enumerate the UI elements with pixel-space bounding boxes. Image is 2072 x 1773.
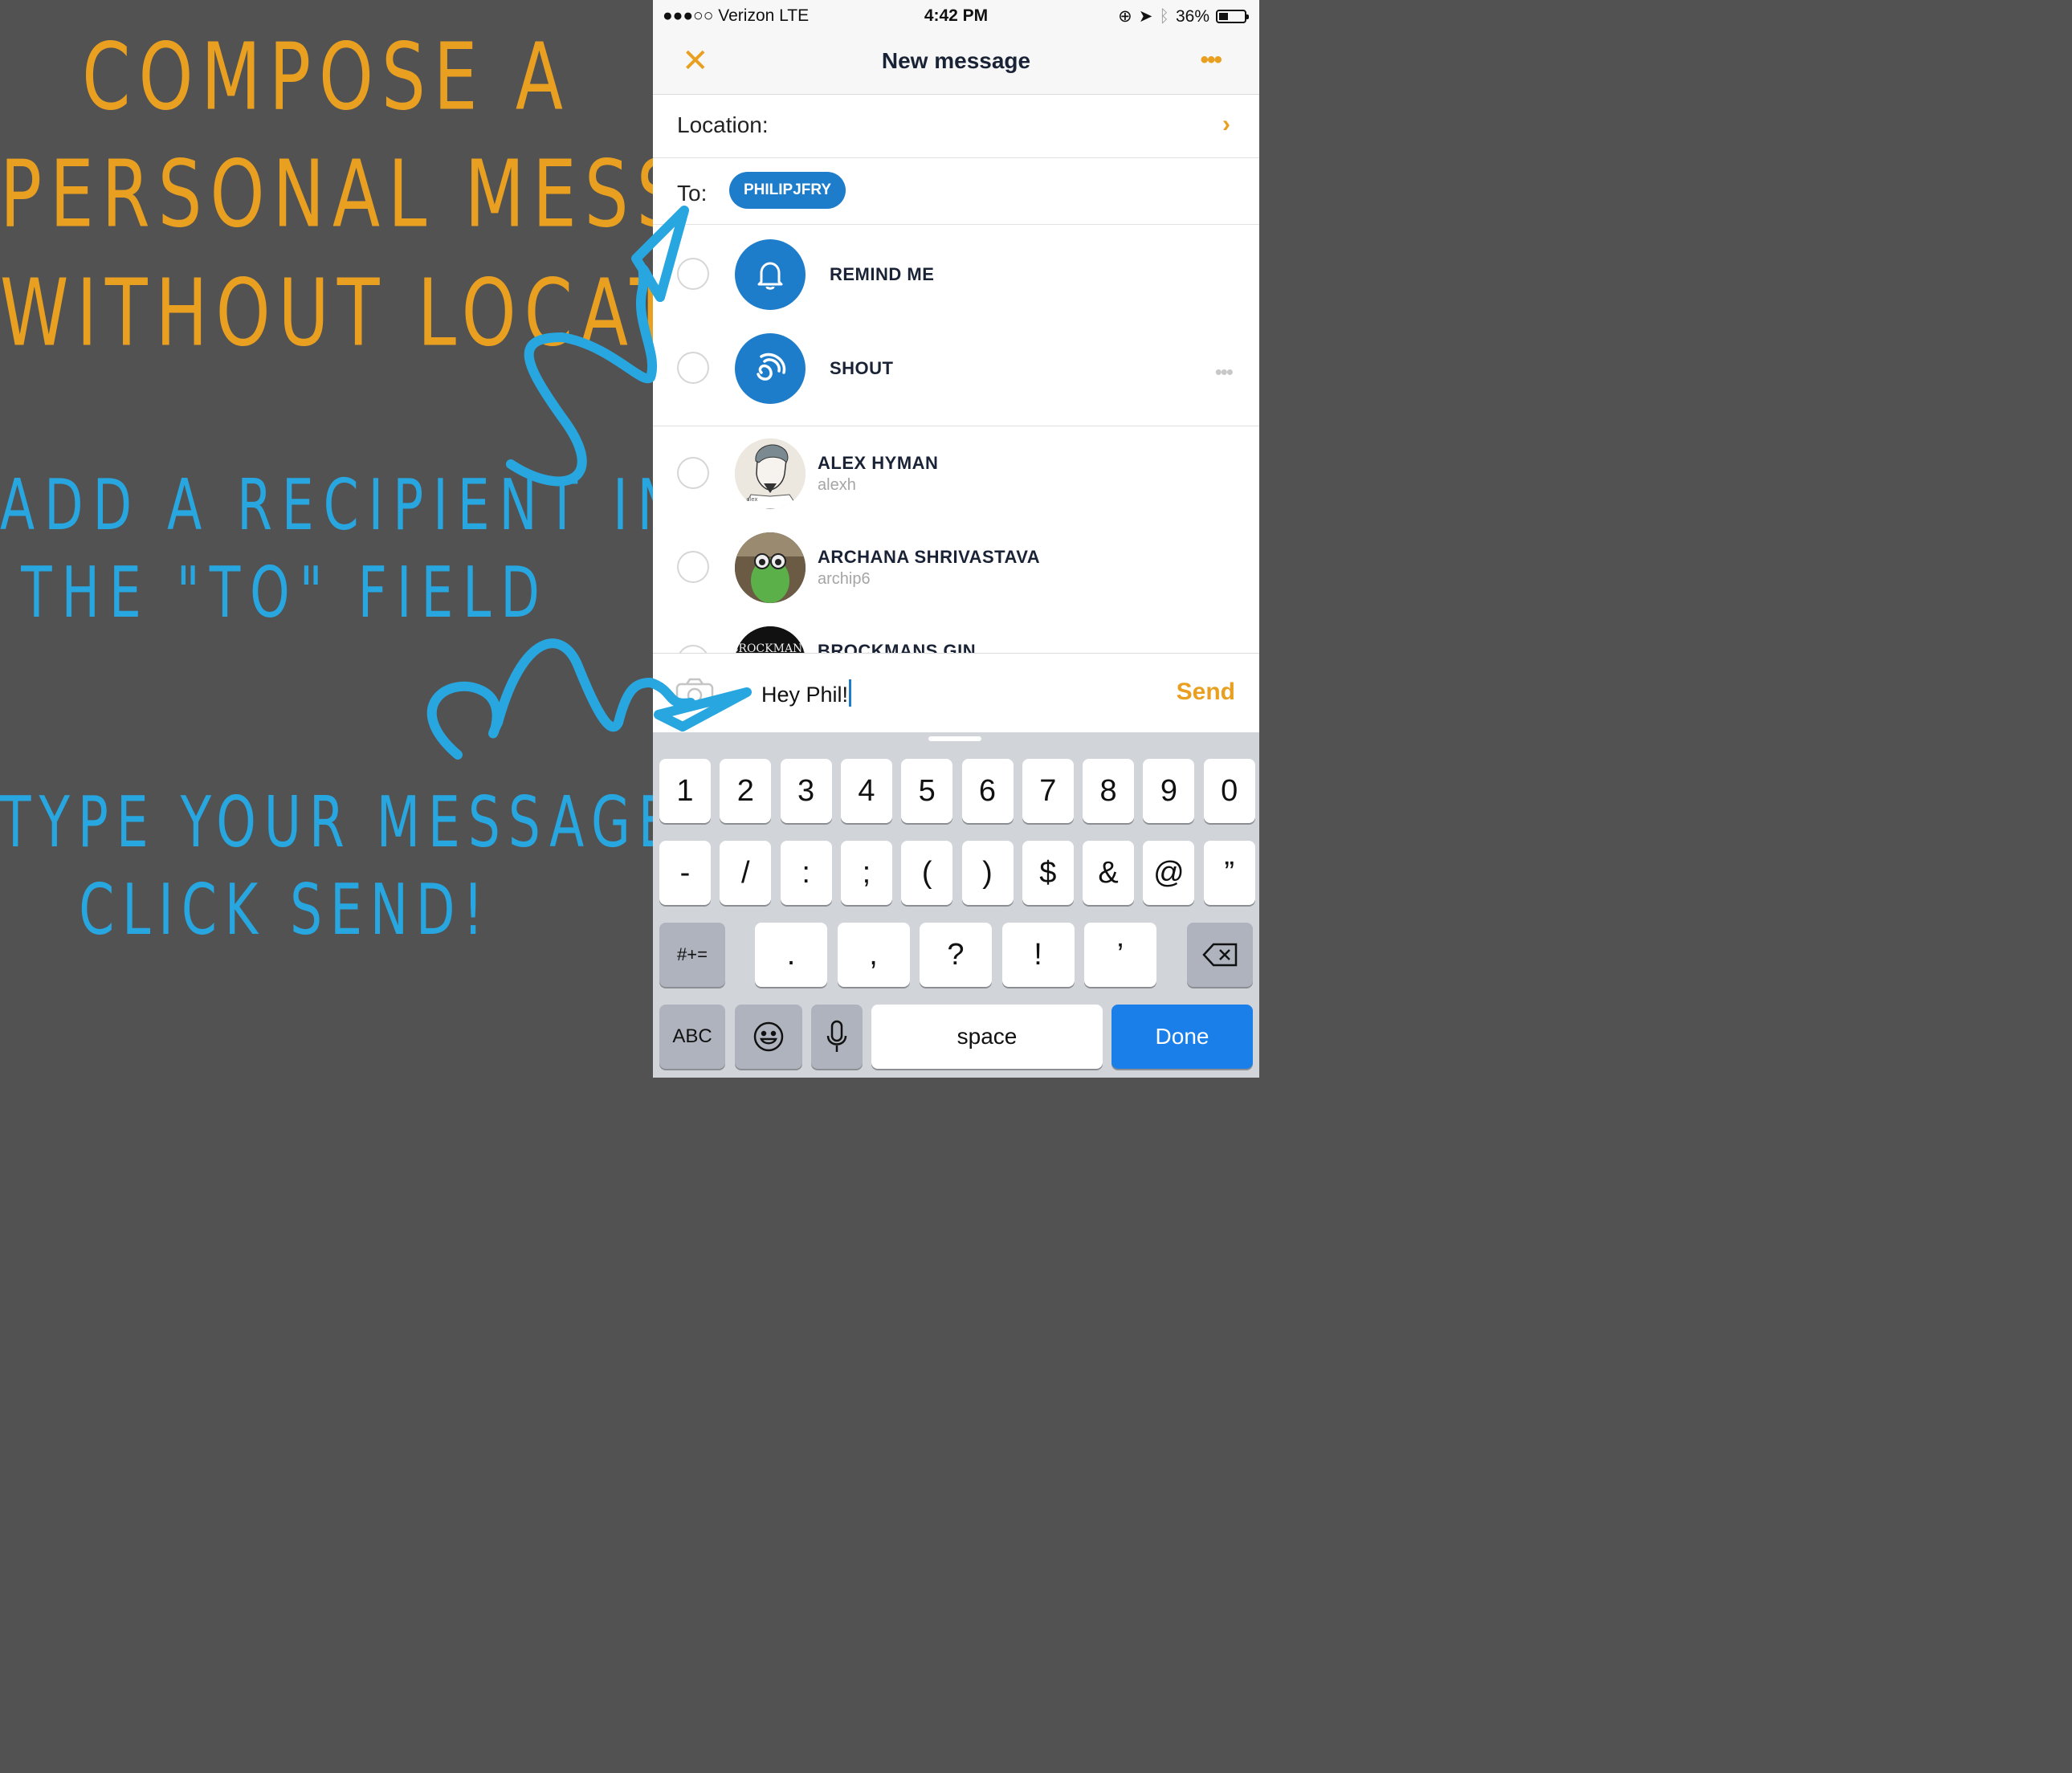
key-5[interactable]: 5 [901,759,953,823]
done-button[interactable]: Done [1111,1005,1253,1069]
camera-icon[interactable] [675,678,714,712]
location-row[interactable]: Location: › [653,95,1259,158]
microphone-icon[interactable] [811,1005,863,1069]
chevron-right-icon[interactable]: › [1222,111,1230,138]
key-3[interactable]: 3 [780,759,832,823]
send-button[interactable]: Send [1177,679,1235,706]
key-symbol[interactable]: @ [1143,841,1195,905]
step1-line-2: the "to" field [21,551,549,634]
location-arrow-icon: ➤ [1138,7,1153,26]
option-label: SHOUT [830,358,894,378]
message-text: Hey Phil! [761,683,849,707]
title-line-1: Compose a [82,22,571,132]
key-4[interactable]: 4 [840,759,892,823]
key-symbol[interactable]: ” [1203,841,1255,905]
key-6[interactable]: 6 [961,759,1014,823]
backspace-icon[interactable] [1187,923,1253,987]
option-remind-me[interactable]: REMIND ME [653,230,1259,319]
step1-line-1: Add a recipient in [0,463,685,547]
key-7[interactable]: 7 [1022,759,1074,823]
status-right: ⊕ ➤ ᛒ 36% [1118,6,1249,26]
step2-line-2: click send! [79,868,491,952]
emoji-icon[interactable] [735,1005,802,1069]
instruction-panel: Compose a personal message without locat… [0,0,859,1078]
bell-icon [735,239,806,310]
key-symbol[interactable]: ) [961,841,1014,905]
keyboard: 1234567890 - /:;() $ & @” #+=.,?!’ ABC space D… [653,732,1259,1078]
shout-icon [735,333,806,404]
select-radio[interactable] [677,551,709,583]
contact-row[interactable]: alex ALEX HYMAN alexh [653,430,1259,518]
key-punct[interactable]: ! [1001,923,1075,987]
option-shout[interactable]: SHOUT ••• [653,324,1259,413]
symbols-key[interactable]: #+= [659,923,725,987]
select-radio[interactable] [677,457,709,489]
key-symbol[interactable]: - [659,841,711,905]
select-radio[interactable] [677,352,709,384]
key-8[interactable]: 8 [1083,759,1135,823]
key-punct[interactable]: , [837,923,910,987]
status-bar: ●●●○○ Verizon LTE 4:42 PM ⊕ ➤ ᛒ 36% [653,0,1259,32]
avatar [735,532,806,603]
recipient-chip[interactable]: PHILIPJFRY [729,172,846,209]
space-key[interactable]: space [871,1005,1103,1069]
rotation-lock-icon: ⊕ [1118,7,1132,26]
step2-line-1: Type your message & [0,781,750,864]
svg-text:alex: alex [746,496,758,503]
keyboard-handle [928,736,981,741]
title-line-2: personal message [0,140,859,249]
to-label: To: [677,181,708,206]
more-dots-icon[interactable]: ••• [1215,360,1234,385]
message-composer: Hey Phil! Send [653,653,1259,732]
key-1[interactable]: 1 [659,759,711,823]
abc-key[interactable]: ABC [659,1005,725,1069]
key-symbol[interactable]: ; [840,841,892,905]
battery-icon [1216,10,1249,23]
phone-screen: ●●●○○ Verizon LTE 4:42 PM ⊕ ➤ ᛒ 36% ✕ Ne… [653,0,1259,1078]
title-line-3: without location [0,259,832,368]
nav-bar: ✕ New message ••• [653,32,1259,95]
key-symbol[interactable]: : [780,841,832,905]
location-label: Location: [677,112,769,137]
bluetooth-icon: ᛒ [1159,6,1169,26]
select-radio[interactable] [677,258,709,290]
contact-name: ALEX HYMAN [818,453,939,473]
battery-percent: 36% [1175,6,1209,26]
message-input[interactable]: Hey Phil! [761,679,852,707]
key-9[interactable]: 9 [1143,759,1195,823]
key-symbol[interactable]: ( [901,841,953,905]
contact-username: archip6 [818,570,871,588]
text-cursor [849,679,852,707]
more-options-icon[interactable]: ••• [1200,47,1222,74]
to-row[interactable]: To: PHILIPJFRY [653,158,1259,225]
contact-username: alexh [818,476,856,494]
contact-row[interactable]: ARCHANA SHRIVASTAVA archip6 [653,524,1259,612]
key-punct[interactable]: . [755,923,827,987]
avatar: alex [735,438,806,509]
key-symbol[interactable]: / [720,841,772,905]
key-punct[interactable]: ? [920,923,992,987]
key-2[interactable]: 2 [720,759,772,823]
option-label: REMIND ME [830,264,935,284]
key-punct[interactable]: ’ [1084,923,1156,987]
key-symbol[interactable]: & [1083,841,1135,905]
key-symbol[interactable]: $ [1022,841,1074,905]
page-title: New message [881,48,1031,73]
contact-name: ARCHANA SHRIVASTAVA [818,547,1041,567]
key-0[interactable]: 0 [1203,759,1255,823]
